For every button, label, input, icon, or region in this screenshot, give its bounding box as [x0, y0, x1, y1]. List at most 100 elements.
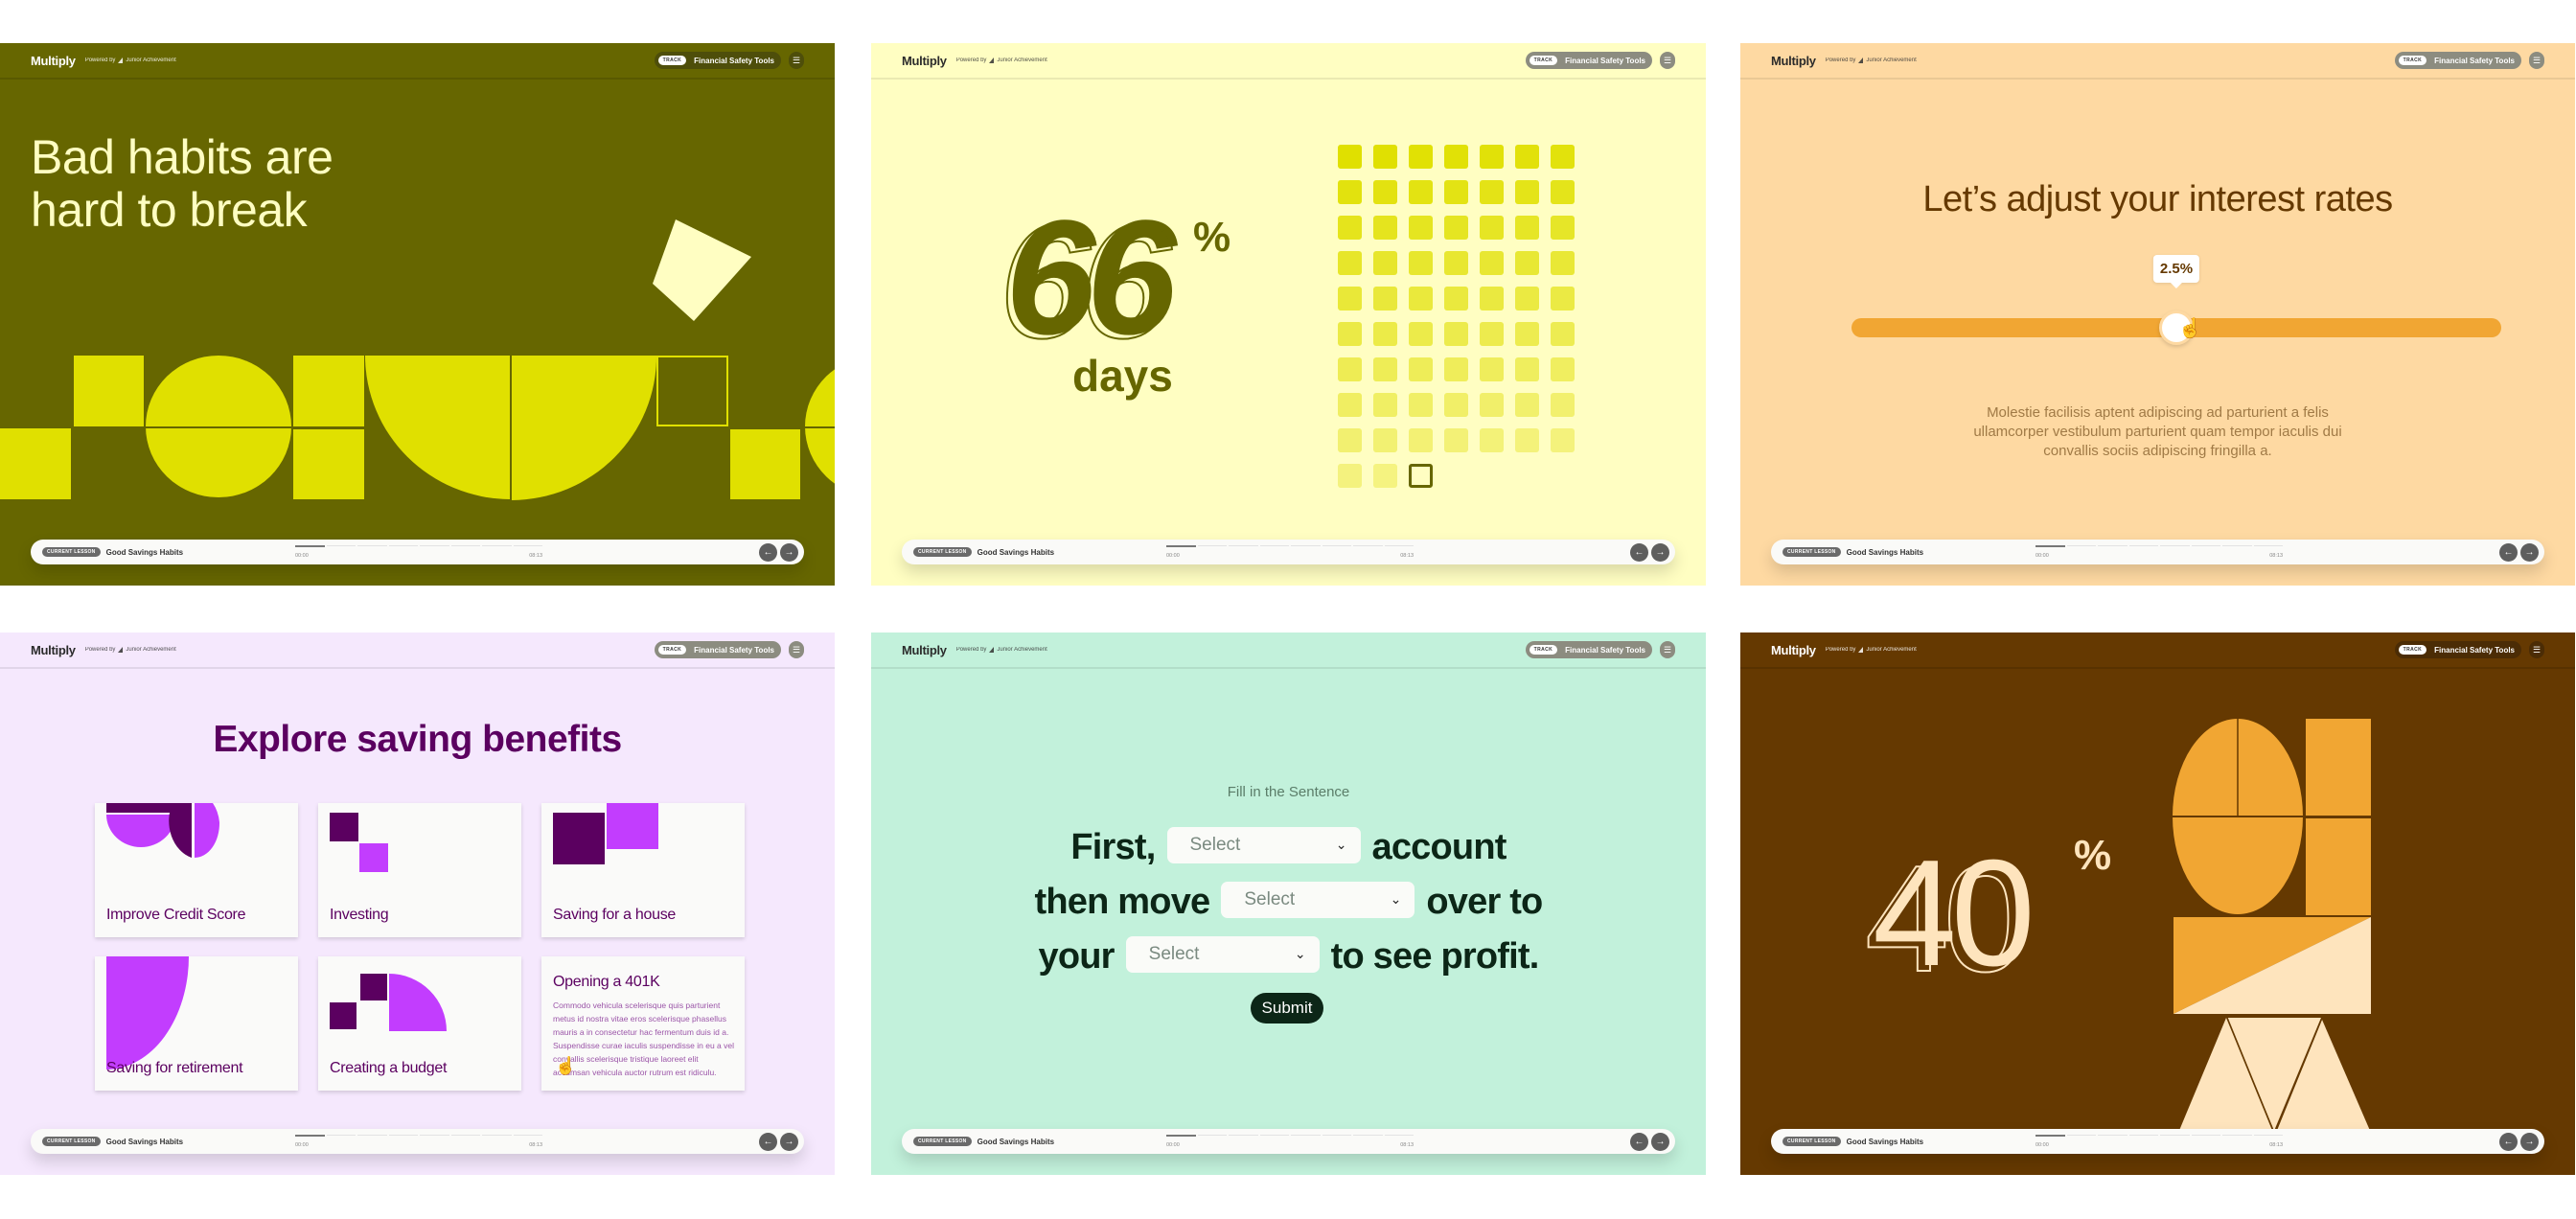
next-button[interactable]: →: [2520, 1132, 2539, 1151]
blank-select-3[interactable]: Select ⌄: [1125, 935, 1320, 973]
card-opening-a-401k[interactable]: Opening a 401K Commodo vehicula sceleris…: [541, 956, 745, 1091]
menu-button[interactable]: ☰: [1660, 52, 1675, 69]
day-cell: [1409, 393, 1433, 417]
progress-segment: [388, 1135, 418, 1136]
lesson-footer: CURRENT LESSON Good Savings Habits 00:00…: [31, 540, 804, 564]
interest-rate-slider[interactable]: 2.5% ☝: [1852, 255, 2501, 345]
track-pill[interactable]: TRACK Financial Safety Tools: [1525, 641, 1652, 658]
day-cell: [1409, 287, 1433, 310]
day-cell: [1338, 251, 1362, 275]
day-cell: [1551, 287, 1575, 310]
progress-segment: [2066, 1135, 2096, 1136]
card-saving-for-retirement[interactable]: Saving for retirement: [95, 956, 298, 1091]
prev-button[interactable]: ←: [759, 1132, 777, 1151]
track-pill[interactable]: TRACK Financial Safety Tools: [1525, 52, 1652, 69]
lesson-progress[interactable]: 00:00 08:13: [1166, 545, 1414, 559]
junior-achievement-icon: [989, 58, 995, 63]
card-creating-a-budget[interactable]: Creating a budget: [318, 956, 521, 1091]
time-end: 08:13: [529, 1142, 542, 1148]
progress-segment: [2036, 1135, 2065, 1137]
hamburger-icon: ☰: [1663, 55, 1672, 65]
slide-40-percent: Multiply Powered by Junior Achievement TR…: [1740, 632, 2575, 1175]
day-cell: [1551, 145, 1575, 169]
track-badge: TRACK: [1529, 645, 1558, 655]
track-pill[interactable]: TRACK Financial Safety Tools: [654, 641, 781, 658]
logo[interactable]: Multiply: [31, 643, 76, 657]
day-cell: [1373, 464, 1397, 488]
prev-button[interactable]: ←: [1630, 1132, 1648, 1151]
blank-select-1[interactable]: Select ⌄: [1166, 826, 1361, 863]
header: Multiply Powered by Junior Achievement TR…: [871, 632, 1706, 669]
prev-button[interactable]: ←: [759, 542, 777, 562]
blank-select-2[interactable]: Select ⌄: [1221, 881, 1415, 918]
progress-segment: [326, 1135, 356, 1136]
junior-achievement-icon: [1858, 58, 1864, 63]
lesson-progress[interactable]: 00:00 08:13: [295, 1135, 542, 1148]
progress-segment: [1259, 1135, 1289, 1136]
day-cell: [1373, 428, 1397, 452]
prev-button[interactable]: ←: [2499, 542, 2518, 562]
day-cell: [1515, 357, 1539, 381]
card-investing[interactable]: Investing: [318, 803, 521, 937]
progress-segment: [2222, 1135, 2252, 1136]
slide-explore-benefits: Multiply Powered by Junior Achievement TR…: [0, 632, 835, 1175]
progress-segment: [1291, 545, 1321, 546]
day-cell: [1373, 357, 1397, 381]
card-label: Saving for a house: [553, 907, 677, 923]
day-cell: [1480, 322, 1504, 346]
next-button[interactable]: →: [2520, 542, 2539, 562]
progress-segment: [295, 1135, 325, 1137]
next-button[interactable]: →: [780, 1132, 798, 1151]
prev-button[interactable]: ←: [2499, 1132, 2518, 1151]
day-cell: [1551, 180, 1575, 204]
lesson-progress[interactable]: 00:00 08:13: [2036, 545, 2283, 559]
hamburger-icon: ☰: [792, 644, 801, 655]
slide-66-days: Multiply Powered by Junior Achievement TR…: [871, 43, 1706, 586]
lesson-title: Good Savings Habits: [977, 1137, 1055, 1146]
arrow-left-icon: ←: [763, 1136, 773, 1147]
menu-button[interactable]: ☰: [789, 641, 804, 658]
shape-square: [0, 428, 71, 499]
next-button[interactable]: →: [1651, 1132, 1669, 1151]
progress-segment: [1229, 545, 1258, 546]
menu-button[interactable]: ☰: [2529, 52, 2544, 69]
next-button[interactable]: →: [1651, 542, 1669, 562]
logo[interactable]: Multiply: [902, 54, 947, 68]
prev-button[interactable]: ←: [1630, 542, 1648, 562]
card-improve-credit-score[interactable]: Improve Credit Score: [95, 803, 298, 937]
card-label: Improve Credit Score: [106, 907, 246, 923]
current-lesson-badge: CURRENT LESSON: [42, 1137, 101, 1146]
logo[interactable]: Multiply: [1771, 54, 1816, 68]
progress-segment: [1166, 545, 1196, 547]
day-cell: [1444, 428, 1468, 452]
menu-button[interactable]: ☰: [1660, 641, 1675, 658]
logo[interactable]: Multiply: [902, 643, 947, 657]
day-cell: [1551, 357, 1575, 381]
lesson-progress[interactable]: 00:00 08:13: [2036, 1135, 2283, 1148]
progress-segment: [1197, 545, 1227, 546]
lesson-progress[interactable]: 00:00 08:13: [1166, 1135, 1414, 1148]
header: Multiply Powered by Junior Achievement TR…: [871, 43, 1706, 80]
card-saving-for-a-house[interactable]: Saving for a house: [541, 803, 745, 937]
day-cell: [1480, 393, 1504, 417]
lesson-title: Good Savings Habits: [105, 1137, 184, 1146]
submit-button[interactable]: Submit: [1251, 993, 1323, 1024]
time-start: 00:00: [2036, 553, 2049, 559]
shape-rect: [2306, 719, 2371, 816]
lesson-footer: CURRENT LESSON Good Savings Habits 00:00…: [1771, 540, 2544, 564]
shape-square: [730, 429, 800, 499]
stat-number: 66 66: [999, 187, 1177, 373]
day-cell: [1551, 251, 1575, 275]
time-end: 08:13: [2269, 1142, 2283, 1148]
progress-segment: [326, 545, 356, 546]
progress-segment: [1291, 1135, 1321, 1136]
day-cell: [1444, 322, 1468, 346]
track-pill[interactable]: TRACK Financial Safety Tools: [2394, 52, 2521, 69]
lesson-progress[interactable]: 00:00 08:13: [295, 545, 542, 559]
track-name: Financial Safety Tools: [1565, 645, 1645, 655]
progress-segment: [2160, 545, 2190, 546]
hamburger-icon: ☰: [2532, 55, 2542, 65]
card-label: Creating a budget: [330, 1060, 448, 1076]
next-button[interactable]: →: [780, 542, 798, 562]
day-cell: [1373, 287, 1397, 310]
